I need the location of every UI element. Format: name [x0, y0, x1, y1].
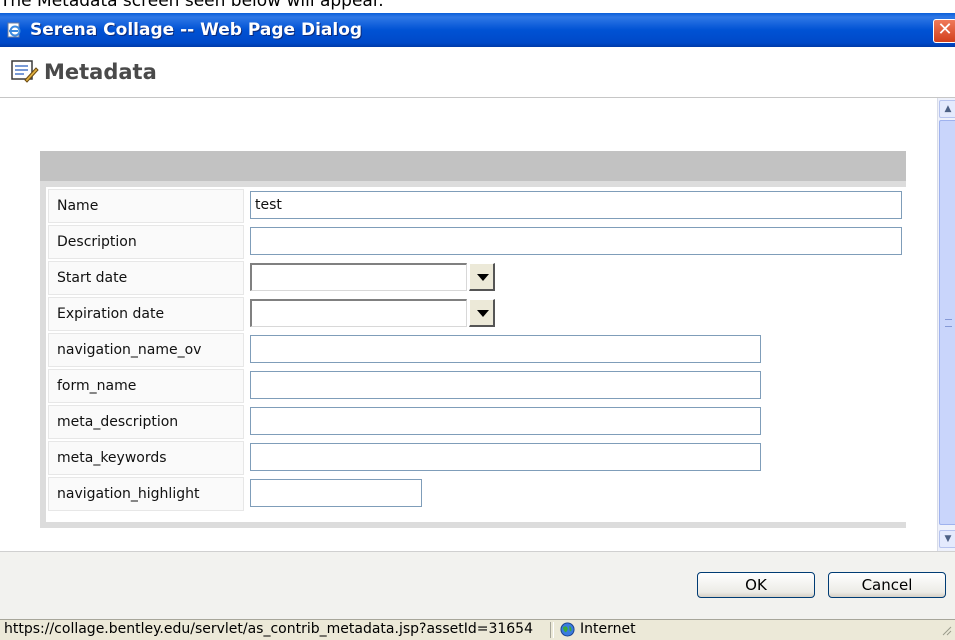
metadata-panel: Name test Description Start date Expirat… [40, 151, 906, 528]
ok-button[interactable]: OK [697, 572, 815, 598]
field-label-form-name: form_name [57, 378, 137, 394]
field-label-name: Name [57, 198, 99, 214]
panel-header-band [40, 151, 906, 181]
window-title: Serena Collage -- Web Page Dialog [30, 20, 363, 40]
table-row: navigation_highlight [46, 475, 906, 511]
metadata-table: Name test Description Start date Expirat… [46, 187, 906, 522]
table-row: form_name [46, 367, 906, 403]
instruction-caption: The Metadata screen seen below will appe… [0, 0, 384, 11]
status-divider [550, 622, 554, 638]
chevron-down-icon [477, 274, 489, 281]
field-label-meta-keywords: meta_keywords [57, 450, 167, 466]
field-label-meta-description: meta_description [57, 414, 179, 430]
table-row: Expiration date [46, 295, 906, 331]
meta-keywords-input[interactable] [250, 443, 761, 471]
field-label-navigation-name-ov: navigation_name_ov [57, 342, 202, 358]
status-url: https://collage.bentley.edu/servlet/as_c… [4, 621, 533, 637]
table-row: Name test [46, 187, 906, 223]
cancel-button[interactable]: Cancel [828, 572, 946, 598]
dialog-footer: OK Cancel [0, 551, 955, 620]
meta-description-input[interactable] [250, 407, 761, 435]
scrollbar-thumb[interactable] [939, 120, 955, 525]
status-bar: https://collage.bentley.edu/servlet/as_c… [0, 619, 955, 640]
table-row: meta_description [46, 403, 906, 439]
close-button[interactable]: ✕ [933, 19, 955, 43]
navigation-highlight-input[interactable] [250, 479, 422, 507]
security-zone-label: Internet [580, 621, 636, 637]
table-row: navigation_name_ov [46, 331, 906, 367]
resize-grip-icon[interactable] [940, 624, 952, 636]
field-label-description: Description [57, 234, 137, 250]
start-date-input[interactable] [250, 263, 467, 291]
description-input[interactable] [250, 227, 902, 255]
expiration-date-input[interactable] [250, 299, 467, 327]
navigation-name-ov-input[interactable] [250, 335, 761, 363]
form-scroll-area: Name test Description Start date Expirat… [0, 98, 937, 551]
dialog-header: Metadata [0, 47, 955, 98]
table-row: Start date [46, 259, 906, 295]
scroll-up-icon[interactable]: ▲ [939, 100, 955, 118]
notepad-pencil-icon [11, 60, 39, 83]
field-label-start-date: Start date [57, 270, 128, 286]
window-title-bar: Serena Collage -- Web Page Dialog ✕ [0, 13, 955, 47]
metadata-dialog: Metadata Name test Description Start dat… [0, 47, 955, 620]
expiration-date-dropdown-button[interactable] [469, 299, 495, 327]
scroll-down-icon[interactable]: ▼ [939, 530, 955, 548]
name-input[interactable]: test [250, 191, 902, 219]
page-title: Metadata [44, 60, 157, 84]
field-label-navigation-highlight: navigation_highlight [57, 486, 200, 502]
start-date-dropdown-button[interactable] [469, 263, 495, 291]
table-row: meta_keywords [46, 439, 906, 475]
form-name-input[interactable] [250, 371, 761, 399]
ie-page-icon [7, 22, 21, 38]
field-label-expiration-date: Expiration date [57, 306, 165, 322]
globe-icon [560, 622, 575, 637]
vertical-scrollbar[interactable]: ▲ ▼ [937, 98, 955, 551]
chevron-down-icon [477, 310, 489, 317]
table-row: Description [46, 223, 906, 259]
